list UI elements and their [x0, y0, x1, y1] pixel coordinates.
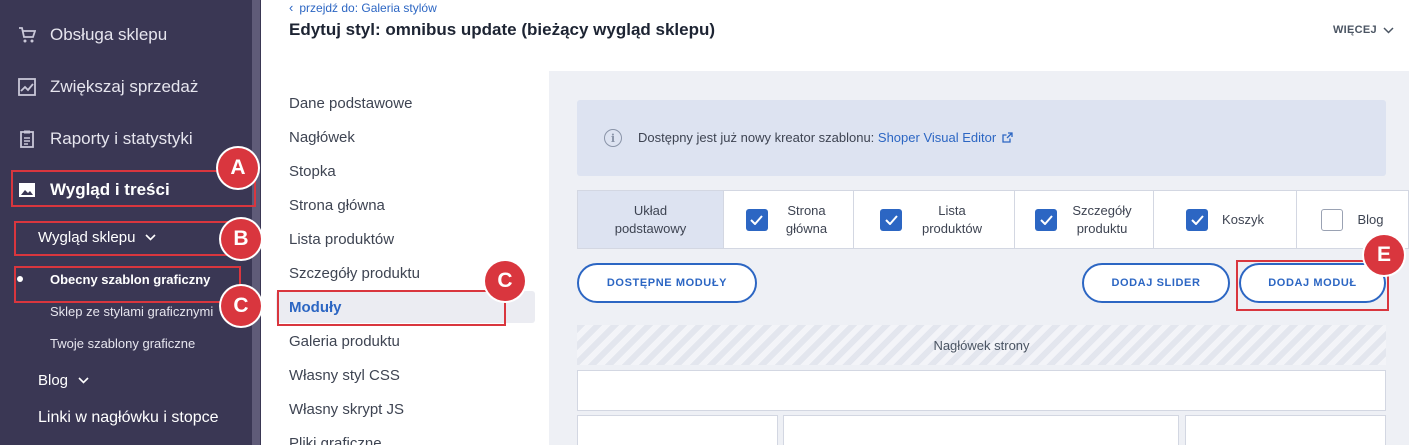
layout-column-center[interactable]: [783, 415, 1179, 445]
cart-icon: [18, 26, 36, 44]
back-link[interactable]: ‹ przejdź do: Galeria stylów: [289, 0, 437, 15]
nav-item-linki[interactable]: Linki w nagłówku i stopce: [38, 409, 219, 427]
page-title: Edytuj styl: omnibus update (bieżący wyg…: [289, 20, 716, 39]
annotation-badge-c-menu: C: [485, 261, 525, 301]
layout-row[interactable]: [577, 370, 1386, 411]
chevron-down-icon: [78, 377, 89, 384]
tab-lista-produktow[interactable]: Lista produktów: [854, 191, 1015, 248]
menu-item-wlasny-skrypt-js[interactable]: Własny skrypt JS: [289, 401, 404, 418]
add-slider-button[interactable]: DODAJ SLIDER: [1082, 263, 1230, 303]
menu-item-pliki-graficzne[interactable]: Pliki graficzne: [289, 435, 382, 445]
back-link-label: przejdź do: Galeria stylów: [299, 0, 437, 15]
layout-tabs: Układ podstawowy Strona główna Lista pro…: [577, 190, 1409, 249]
available-modules-button[interactable]: DOSTĘPNE MODUŁY: [577, 263, 757, 303]
checkbox-unchecked-icon[interactable]: [1321, 208, 1344, 231]
info-icon: i: [604, 129, 622, 147]
tab-label: Strona główna: [785, 202, 828, 236]
checkbox-checked-icon[interactable]: [1186, 208, 1209, 231]
tab-uklad-podstawowy[interactable]: Układ podstawowy: [578, 191, 724, 248]
menu-item-wlasny-styl-css[interactable]: Własny styl CSS: [289, 367, 400, 384]
tab-label: Blog: [1357, 211, 1384, 227]
chevron-down-icon: [1383, 26, 1394, 34]
nav-item-label: Obsługa sklepu: [50, 25, 168, 44]
blog-label: Blog: [38, 372, 69, 389]
menu-item-dane-podstawowe[interactable]: Dane podstawowe: [289, 95, 412, 112]
tab-label: Układ podstawowy: [614, 202, 687, 236]
tab-strona-glowna[interactable]: Strona główna: [724, 191, 854, 248]
annotation-badge-b: B: [221, 219, 261, 259]
nav-item-label: Zwiększaj sprzedaż: [50, 77, 199, 96]
clipboard-icon: [18, 130, 36, 148]
tab-label: Koszyk: [1222, 211, 1264, 227]
layout-column-right[interactable]: [1185, 415, 1386, 445]
menu-item-galeria-produktu[interactable]: Galeria produktu: [289, 333, 400, 350]
more-button[interactable]: WIĘCEJ: [1333, 24, 1394, 36]
checkbox-checked-icon[interactable]: [880, 208, 902, 231]
layout-column-left[interactable]: [577, 415, 778, 445]
annotation-highlight-c-menu: [277, 290, 506, 326]
more-label: WIĘCEJ: [1333, 24, 1377, 36]
submenu-item-twoje-szablony[interactable]: Twoje szablony graficzne: [50, 336, 195, 351]
tab-label: Lista produktów: [922, 202, 982, 236]
chart-icon: [18, 78, 36, 96]
submenu-item-sklep-ze-stylami[interactable]: Sklep ze stylami graficznymi: [50, 304, 213, 319]
chevron-left-icon: ‹: [289, 0, 294, 15]
page-header-area[interactable]: Nagłówek strony: [577, 325, 1386, 365]
info-banner: i Dostępny jest już nowy kreator szablon…: [577, 100, 1386, 176]
nav-item-blog[interactable]: Blog: [38, 372, 89, 389]
nav-item-zwiekszaj-sprzedaz[interactable]: Zwiększaj sprzedaż: [0, 61, 252, 113]
menu-item-naglowek[interactable]: Nagłówek: [289, 129, 355, 146]
checkbox-checked-icon[interactable]: [745, 208, 768, 231]
menu-item-lista-produktow[interactable]: Lista produktów: [289, 231, 394, 248]
info-text: Dostępny jest już nowy kreator szablonu:…: [638, 130, 1013, 145]
tab-koszyk[interactable]: Koszyk: [1154, 191, 1297, 248]
external-link-icon[interactable]: [1002, 132, 1013, 143]
menu-item-strona-glowna[interactable]: Strona główna: [289, 197, 385, 214]
nav-item-label: Raporty i statystyki: [50, 129, 193, 148]
nav-item-raporty[interactable]: Raporty i statystyki: [0, 113, 252, 165]
annotation-badge-a: A: [218, 148, 258, 188]
tab-label: Szczegóły produktu: [1072, 202, 1132, 236]
tab-szczegoly-produktu[interactable]: Szczegóły produktu: [1015, 191, 1154, 248]
menu-item-stopka[interactable]: Stopka: [289, 163, 336, 180]
nav-item-obsluga-sklepu[interactable]: Obsługa sklepu: [0, 9, 252, 61]
annotation-highlight-c-sidebar: [14, 266, 241, 303]
annotation-badge-c-sidebar: C: [221, 286, 261, 326]
annotation-highlight-b: [14, 221, 241, 256]
info-message: Dostępny jest już nowy kreator szablonu:: [638, 130, 878, 145]
annotation-badge-e: E: [1364, 235, 1404, 275]
visual-editor-link[interactable]: Shoper Visual Editor: [878, 130, 996, 145]
menu-item-szczegoly-produktu[interactable]: Szczegóły produktu: [289, 265, 420, 282]
checkbox-checked-icon[interactable]: [1035, 208, 1057, 231]
annotation-highlight-e: [1236, 260, 1389, 311]
